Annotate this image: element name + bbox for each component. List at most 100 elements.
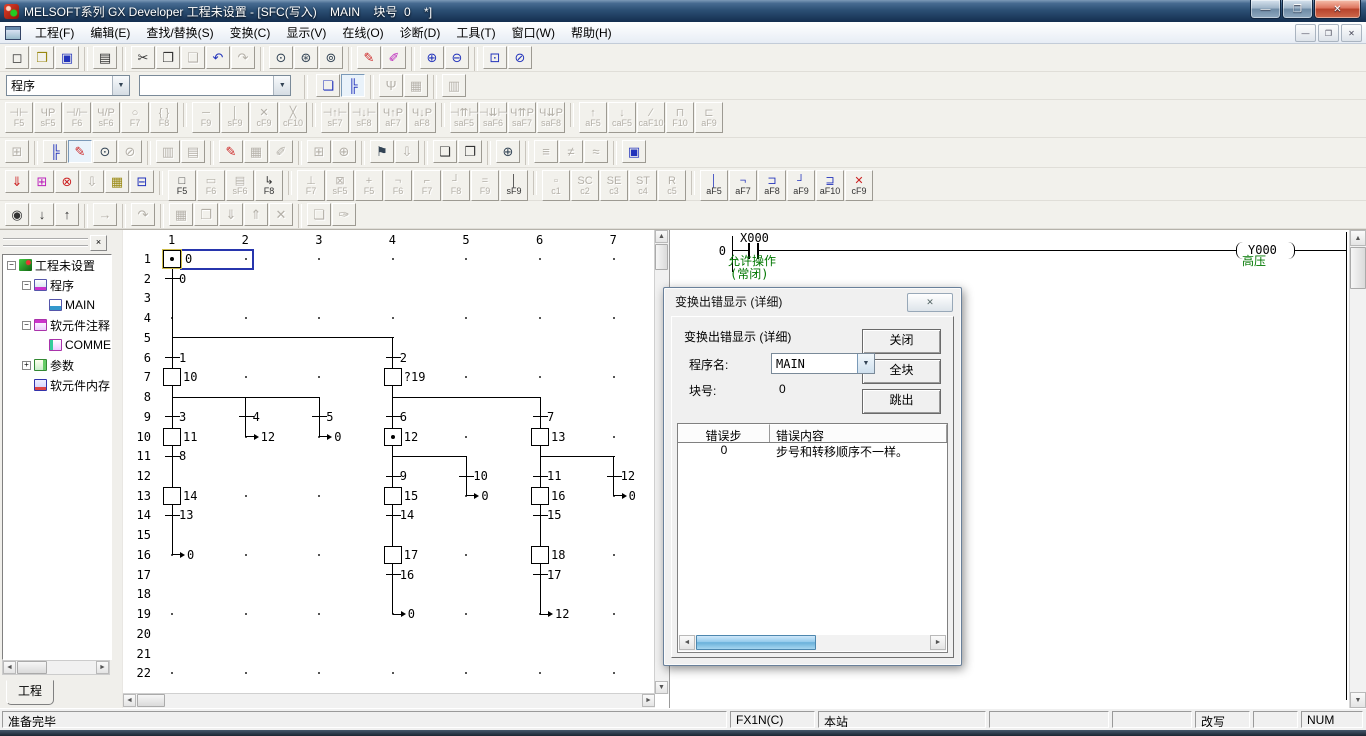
- scroll-right-icon[interactable]: ►: [642, 694, 655, 707]
- undo-button[interactable]: ↶: [206, 46, 230, 69]
- menu-f[interactable]: 工程(F): [27, 24, 82, 42]
- minimize-button[interactable]: —: [1250, 0, 1281, 19]
- expand-icon[interactable]: +: [22, 361, 31, 370]
- menu-s[interactable]: 查找/替换(S): [138, 24, 221, 42]
- sfc-transition-7[interactable]: [533, 416, 548, 417]
- find-contact-button[interactable]: ⊛: [294, 46, 318, 69]
- sfc-transition-8[interactable]: [165, 456, 180, 457]
- tree-item-main[interactable]: MAIN: [3, 295, 111, 315]
- cut-button[interactable]: ✂: [131, 46, 155, 69]
- sfc-display-button[interactable]: ╠: [43, 140, 67, 163]
- sfc-transition-17[interactable]: [533, 574, 548, 575]
- chevron-down-icon[interactable]: ▼: [857, 354, 874, 373]
- menu-v[interactable]: 显示(V): [278, 24, 334, 42]
- jump-out-button[interactable]: 跳出: [862, 389, 941, 414]
- sfc-transition-4[interactable]: [239, 416, 254, 417]
- sfc-jump-target[interactable]: 0: [629, 489, 636, 503]
- scrollbar-thumb[interactable]: [655, 244, 668, 270]
- sfc-transition-5[interactable]: [312, 416, 327, 417]
- menu-t[interactable]: 工具(T): [448, 24, 503, 42]
- chevron-down-icon[interactable]: ▼: [273, 76, 290, 95]
- error-row[interactable]: 0步号和转移顺序不一样。: [678, 443, 947, 459]
- tree-item-parameter[interactable]: +参数: [3, 355, 111, 375]
- tree-item-programs[interactable]: −程序: [3, 275, 111, 295]
- tb-aF8-button[interactable]: ⊐aF8: [758, 170, 786, 201]
- zoom-monitor-button[interactable]: ⊕: [496, 140, 520, 163]
- new-button[interactable]: ◻: [5, 46, 29, 69]
- scrollbar-thumb[interactable]: [1350, 247, 1366, 289]
- scroll-left-icon[interactable]: ◄: [679, 635, 695, 650]
- sfc-jump-symbol-button[interactable]: ↳F8: [255, 170, 283, 201]
- tb-aF7-button[interactable]: ¬aF7: [729, 170, 757, 201]
- sfc-transition-11[interactable]: [533, 476, 548, 477]
- sfc-step-18[interactable]: [531, 546, 549, 564]
- error-list-horizontal-scrollbar[interactable]: ◄ ►: [679, 635, 946, 651]
- sfc-transition-9[interactable]: [386, 476, 401, 477]
- sfc-transition-2[interactable]: [386, 357, 401, 358]
- collapse-icon[interactable]: −: [7, 261, 16, 270]
- sfc-jump-target[interactable]: 0: [187, 548, 194, 562]
- sfc-step-14[interactable]: [163, 487, 181, 505]
- sfc-jump-target[interactable]: 0: [334, 430, 341, 444]
- tree-item-device-comment[interactable]: −软元件注释: [3, 315, 111, 335]
- scroll-down-icon[interactable]: ▼: [655, 681, 668, 694]
- sfc-jump-target[interactable]: 12: [261, 430, 275, 444]
- split-window-button[interactable]: ⊡: [483, 46, 507, 69]
- mdi-close-button[interactable]: ✕: [1341, 24, 1362, 42]
- tree-horizontal-scrollbar[interactable]: ◄ ►: [2, 660, 110, 675]
- tree-item-comment[interactable]: COMMENT: [3, 335, 111, 355]
- menu-o[interactable]: 在线(O): [334, 24, 391, 42]
- tb-aF5-button[interactable]: │aF5: [700, 170, 728, 201]
- sfc-step-10[interactable]: [163, 368, 181, 386]
- menu-c[interactable]: 变换(C): [222, 24, 279, 42]
- sfc-delete-line-button[interactable]: ✕cF9: [845, 170, 873, 201]
- window-next-button[interactable]: ❐: [458, 140, 482, 163]
- dialog-close-button[interactable]: ✕: [907, 293, 953, 312]
- block-list-button[interactable]: ⊞: [30, 170, 54, 193]
- sfc-transition-1[interactable]: [165, 357, 180, 358]
- window-prev-button[interactable]: ❑: [433, 140, 457, 163]
- data-kind-combo[interactable]: 程序 ▼: [6, 75, 130, 96]
- sfc-step-symbol-button[interactable]: □F5: [168, 170, 196, 201]
- menu-h[interactable]: 帮助(H): [563, 24, 620, 42]
- find-next-button[interactable]: ↓: [30, 203, 54, 226]
- close-icon[interactable]: ×: [90, 235, 107, 251]
- scroll-left-icon[interactable]: ◄: [3, 661, 16, 674]
- comment-display-button[interactable]: ▣: [622, 140, 646, 163]
- sfc-jump-target[interactable]: 12: [555, 607, 569, 621]
- tb-aF10-button[interactable]: ⊒aF10: [816, 170, 844, 201]
- scroll-left-icon[interactable]: ◄: [123, 694, 136, 707]
- mdi-minimize-button[interactable]: —: [1295, 24, 1316, 42]
- monitor-button[interactable]: ⚑: [370, 140, 394, 163]
- menu-e[interactable]: 编辑(E): [82, 24, 138, 42]
- sfc-transition-10[interactable]: [459, 476, 474, 477]
- sfc-jump-target[interactable]: 0: [408, 607, 415, 621]
- sfc-step-15[interactable]: [384, 487, 402, 505]
- find-prev-button[interactable]: ↑: [55, 203, 79, 226]
- save-button[interactable]: ▣: [55, 46, 79, 69]
- device-test-button[interactable]: ✎: [219, 140, 243, 163]
- tb-aF9-button[interactable]: ┘aF9: [787, 170, 815, 201]
- scroll-down-icon[interactable]: ▼: [1350, 692, 1366, 708]
- comment-view-button[interactable]: ❏: [316, 74, 340, 97]
- sfc-transition-13[interactable]: [165, 515, 180, 516]
- menu-w[interactable]: 窗口(W): [504, 24, 563, 42]
- scrollbar-thumb[interactable]: [696, 635, 816, 650]
- find-button[interactable]: ◉: [5, 203, 29, 226]
- zoom-edit-button[interactable]: ✎: [68, 140, 92, 163]
- scrollbar-thumb[interactable]: [17, 661, 47, 674]
- restore-button[interactable]: ❐: [1282, 0, 1313, 19]
- insert-mode-button[interactable]: ✐: [382, 46, 406, 69]
- find-device-button[interactable]: ⊙: [269, 46, 293, 69]
- open-button[interactable]: ❒: [30, 46, 54, 69]
- sfc-jump-target[interactable]: 0: [481, 489, 488, 503]
- sfc-transition-3[interactable]: [165, 416, 180, 417]
- sfc-step-0[interactable]: [163, 250, 181, 268]
- tree-item-device-memory[interactable]: 软元件内存: [3, 375, 111, 395]
- zoom-out-button[interactable]: ⊖: [445, 46, 469, 69]
- block-move-button[interactable]: ⊟: [130, 170, 154, 193]
- close-error-dialog-button[interactable]: 关闭: [862, 329, 941, 354]
- ladder-vertical-scrollbar[interactable]: ▲ ▼: [1349, 230, 1366, 708]
- scroll-up-icon[interactable]: ▲: [1350, 230, 1366, 246]
- copy-button[interactable]: ❐: [156, 46, 180, 69]
